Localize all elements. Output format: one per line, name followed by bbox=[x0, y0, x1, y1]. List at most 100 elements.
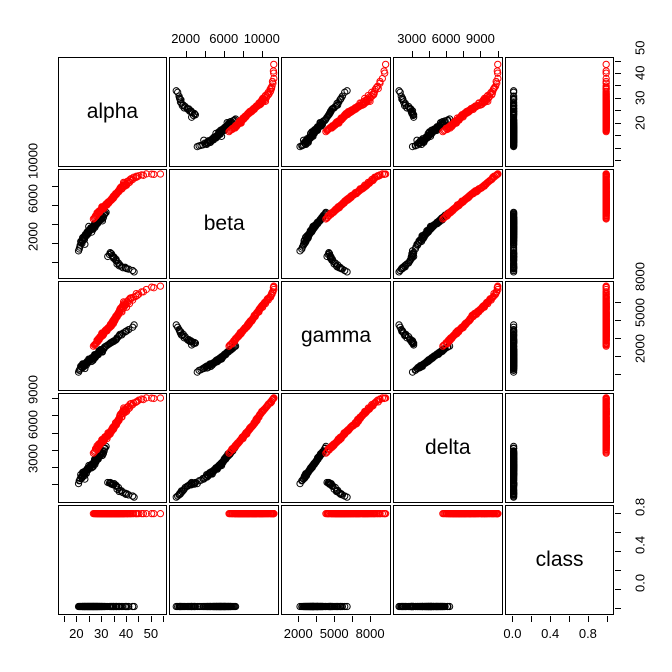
diagonal-label-alpha: alpha bbox=[86, 99, 139, 123]
diagonal-panel-alpha: alpha bbox=[57, 56, 168, 167]
tick-right-alpha bbox=[614, 160, 621, 162]
point-group-class-1 bbox=[439, 169, 502, 223]
scatter-panel-class-vs-gamma bbox=[504, 280, 615, 392]
tick-left-beta bbox=[51, 186, 58, 188]
tick-right-class bbox=[614, 550, 621, 552]
points-layer bbox=[172, 282, 278, 376]
tick-top-beta bbox=[242, 50, 244, 57]
point-group-class-0 bbox=[395, 86, 454, 150]
tick-bottom-gamma bbox=[316, 615, 318, 622]
points-layer bbox=[395, 60, 502, 150]
diagonal-label-beta: beta bbox=[203, 211, 245, 235]
tick-bottom-alpha bbox=[101, 615, 103, 622]
point-group-class-0 bbox=[172, 321, 240, 376]
tick-left-delta bbox=[51, 398, 58, 400]
point-group-class-1 bbox=[439, 60, 502, 135]
point-group-class-0 bbox=[74, 603, 138, 611]
tick-label-bottom-alpha-0: 20 bbox=[69, 625, 84, 641]
scatter-panel-gamma-vs-beta bbox=[281, 168, 391, 279]
tick-top-delta bbox=[497, 50, 499, 57]
scatter-panel-gamma-vs-class bbox=[281, 505, 391, 616]
tick-right-gamma bbox=[614, 373, 621, 375]
points-layer bbox=[509, 169, 610, 276]
tick-label-bottom-class-2: 0.8 bbox=[578, 625, 597, 641]
points-layer bbox=[172, 510, 278, 611]
points-layer bbox=[509, 394, 610, 501]
tick-label-right-gamma-2: 8000 bbox=[632, 262, 647, 292]
tick-label-bottom-alpha-1: 30 bbox=[93, 625, 109, 641]
tick-right-gamma bbox=[614, 355, 621, 357]
tick-label-top-beta-1: 6000 bbox=[209, 30, 239, 46]
point-group-class-0 bbox=[395, 208, 454, 276]
tick-label-bottom-class-1: 0.4 bbox=[541, 625, 560, 641]
tick-bottom-alpha bbox=[138, 615, 140, 622]
points-layer bbox=[74, 510, 164, 611]
points-layer bbox=[172, 60, 278, 150]
point-group-class-1 bbox=[89, 394, 164, 457]
tick-bottom-alpha bbox=[88, 615, 90, 622]
tick-right-class bbox=[614, 532, 621, 533]
tick-right-class bbox=[614, 607, 621, 609]
tick-right-alpha bbox=[614, 72, 621, 74]
tick-left-delta bbox=[51, 449, 58, 451]
tick-right-alpha bbox=[614, 85, 621, 87]
tick-bottom-gamma bbox=[334, 615, 336, 622]
point-group-class-0 bbox=[296, 208, 351, 276]
point-group-class-0 bbox=[172, 442, 240, 501]
tick-right-alpha bbox=[614, 135, 621, 137]
point-group-class-0 bbox=[509, 321, 517, 376]
diagonal-label-gamma: gamma bbox=[300, 323, 371, 347]
tick-bottom-gamma bbox=[352, 615, 354, 622]
tick-right-class bbox=[614, 569, 621, 571]
scatter-panel-alpha-vs-gamma bbox=[57, 280, 168, 392]
point-group-class-0 bbox=[172, 603, 240, 611]
tick-right-gamma bbox=[614, 337, 621, 339]
scatter-panel-delta-vs-alpha bbox=[392, 56, 503, 167]
point-group-class-1 bbox=[439, 510, 502, 518]
scatter-panel-gamma-vs-delta bbox=[281, 393, 391, 504]
tick-top-beta bbox=[204, 50, 206, 57]
tick-label-left-beta-2: 10000 bbox=[25, 142, 40, 180]
tick-left-delta bbox=[51, 467, 58, 469]
tick-bottom-class bbox=[569, 615, 571, 622]
scatter-panel-beta-vs-gamma bbox=[169, 280, 280, 392]
diagonal-panel-class: class bbox=[504, 505, 615, 616]
points-layer bbox=[296, 394, 390, 501]
scatter-panel-delta-vs-beta bbox=[392, 168, 503, 279]
scatter-panel-delta-vs-gamma bbox=[392, 280, 503, 392]
tick-bottom-class bbox=[531, 615, 533, 622]
diagonal-panel-beta: beta bbox=[169, 168, 280, 279]
tick-right-alpha bbox=[614, 60, 621, 62]
tick-bottom-alpha bbox=[126, 615, 128, 622]
scatterplot-matrix: alpha beta gamma delta class 20 30 40 50 20 30 40 50… bbox=[0, 0, 672, 672]
point-group-class-1 bbox=[89, 282, 164, 350]
scatter-panel-class-vs-alpha bbox=[504, 56, 615, 167]
points-layer bbox=[296, 510, 390, 611]
tick-bottom-alpha bbox=[76, 615, 78, 622]
point-group-class-1 bbox=[602, 282, 610, 350]
tick-bottom-class bbox=[606, 615, 608, 622]
point-group-class-1 bbox=[322, 169, 390, 223]
tick-left-delta bbox=[51, 484, 58, 486]
tick-label-bottom-gamma-1: 5000 bbox=[319, 625, 349, 641]
point-group-class-1 bbox=[225, 394, 278, 457]
scatter-panel-gamma-vs-alpha bbox=[281, 56, 391, 167]
tick-top-delta bbox=[446, 50, 448, 57]
tick-left-beta bbox=[51, 262, 58, 264]
points-layer bbox=[74, 282, 164, 376]
tick-bottom-alpha bbox=[150, 615, 152, 622]
point-group-class-0 bbox=[172, 86, 240, 150]
point-group-class-1 bbox=[89, 510, 164, 518]
scatter-panel-class-vs-beta bbox=[504, 168, 615, 279]
point-group-class-1 bbox=[225, 510, 278, 518]
tick-top-delta bbox=[463, 50, 465, 57]
tick-right-alpha bbox=[614, 122, 621, 124]
points-layer bbox=[74, 394, 164, 501]
tick-label-bottom-gamma-2: 8000 bbox=[355, 625, 385, 641]
tick-label-bottom-gamma-0: 2000 bbox=[283, 625, 313, 641]
tick-right-alpha bbox=[614, 110, 621, 112]
tick-left-delta bbox=[51, 415, 58, 417]
points-layer bbox=[395, 169, 502, 276]
tick-bottom-gamma bbox=[370, 615, 372, 622]
scatter-panel-alpha-vs-delta bbox=[57, 393, 168, 504]
